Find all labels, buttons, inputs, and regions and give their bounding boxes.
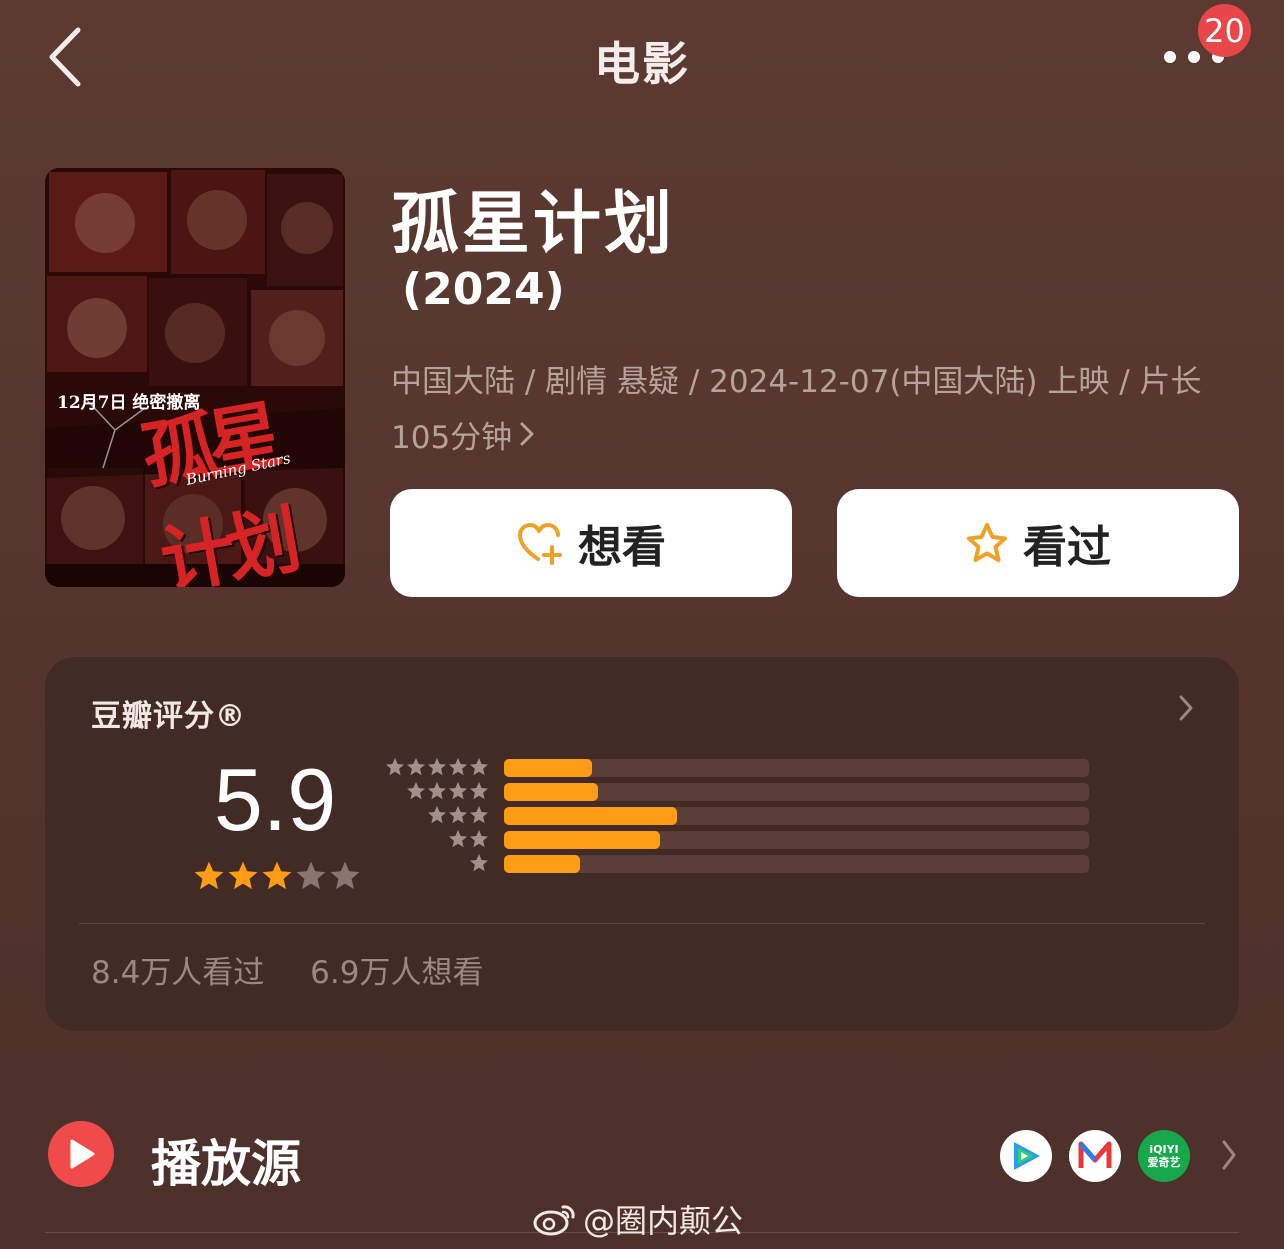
watched-label: 看过 — [1023, 522, 1111, 573]
tencent-video-icon — [1014, 1142, 1040, 1170]
star-level-1 — [469, 853, 489, 873]
chevron-right-icon — [518, 410, 536, 466]
rating-card[interactable]: 豆瓣评分® 5.9 8.4万人看过 6.9万人想看 — [45, 657, 1239, 1031]
rating-bar-track — [504, 855, 1089, 873]
iqiyi-source[interactable]: iQIYI 爱奇艺 — [1138, 1130, 1190, 1182]
star-level-4 — [406, 781, 489, 801]
rating-bar-track — [504, 759, 1089, 777]
watched-button[interactable]: 看过 — [837, 489, 1239, 597]
movie-year: (2024) — [402, 264, 565, 315]
star-small-icon — [449, 830, 467, 848]
rating-bar-fill — [504, 783, 598, 801]
watched-count: 8.4万人看过 — [91, 955, 265, 991]
star-small-icon — [470, 830, 488, 848]
movie-title: 孤星计划 — [391, 185, 676, 264]
divider — [79, 923, 1205, 924]
rating-bar-track — [504, 783, 1089, 801]
heart-plus-icon — [518, 523, 562, 565]
star-small-icon — [428, 806, 446, 824]
rating-bar-fill — [504, 759, 592, 777]
play-button[interactable] — [48, 1121, 114, 1187]
mango-tv-source[interactable] — [1069, 1130, 1121, 1182]
rating-bar-row-2 — [383, 829, 1103, 851]
star-small-icon — [449, 806, 467, 824]
rating-bar-row-4 — [383, 781, 1103, 803]
star-small-icon — [428, 758, 446, 776]
play-icon — [70, 1139, 95, 1169]
star-filled-icon — [228, 861, 258, 890]
star-small-icon — [470, 854, 488, 872]
rating-bar-track — [504, 831, 1089, 849]
movie-meta-link[interactable]: 中国大陆 / 剧情 悬疑 / 2024-12-07(中国大陆) 上映 / 片长1… — [391, 354, 1231, 466]
want-to-watch-button[interactable]: 想看 — [390, 489, 792, 597]
chevron-right-icon — [1175, 693, 1197, 727]
star-small-icon — [449, 758, 467, 776]
rating-bar-fill — [504, 807, 677, 825]
star-empty-icon — [330, 861, 360, 890]
rating-bar-row-1 — [383, 853, 1103, 875]
star-level-2 — [448, 829, 489, 849]
star-small-icon — [470, 782, 488, 800]
star-small-icon — [407, 782, 425, 800]
weibo-icon — [533, 1205, 575, 1236]
star-level-3 — [427, 805, 489, 825]
star-filled-icon — [262, 861, 292, 890]
rating-bar-row-3 — [383, 805, 1103, 827]
chevron-right-icon[interactable] — [1218, 1138, 1240, 1176]
iqiyi-icon: iQIYI 爱奇艺 — [1147, 1143, 1181, 1169]
want-to-watch-label: 想看 — [578, 522, 666, 573]
rating-bar-fill — [504, 831, 661, 849]
star-filled-icon — [194, 861, 224, 890]
watermark: @圈内颠公 — [533, 1196, 743, 1242]
star-outline-icon — [967, 523, 1007, 562]
star-small-icon — [449, 782, 467, 800]
watermark-text: @圈内颠公 — [583, 1202, 744, 1240]
play-source-label: 播放源 — [151, 1135, 301, 1193]
movie-poster[interactable]: 12月7日 绝密撤离 孤星计划 Burning Stars — [45, 168, 345, 587]
star-small-icon — [470, 758, 488, 776]
rating-bar-row-5 — [383, 757, 1103, 779]
notification-badge: 20 — [1198, 4, 1251, 57]
movie-meta-text: 中国大陆 / 剧情 悬疑 / 2024-12-07(中国大陆) 上映 / 片长1… — [391, 364, 1202, 456]
star-empty-icon — [296, 861, 326, 890]
rating-bar-fill — [504, 855, 581, 873]
tencent-video-source[interactable] — [1000, 1130, 1052, 1182]
star-small-icon — [470, 806, 488, 824]
rating-stars — [193, 860, 361, 892]
star-small-icon — [386, 758, 404, 776]
want-count: 6.9万人想看 — [310, 955, 484, 991]
star-small-icon — [407, 758, 425, 776]
rating-bar-track — [504, 807, 1089, 825]
mango-tv-icon — [1078, 1141, 1112, 1168]
rating-score: 5.9 — [213, 750, 337, 849]
rating-counts: 8.4万人看过 6.9万人想看 — [91, 947, 509, 992]
page-title: 电影 — [594, 37, 690, 91]
star-level-5 — [385, 757, 489, 777]
rating-source-title: 豆瓣评分® — [91, 699, 246, 734]
star-small-icon — [428, 782, 446, 800]
